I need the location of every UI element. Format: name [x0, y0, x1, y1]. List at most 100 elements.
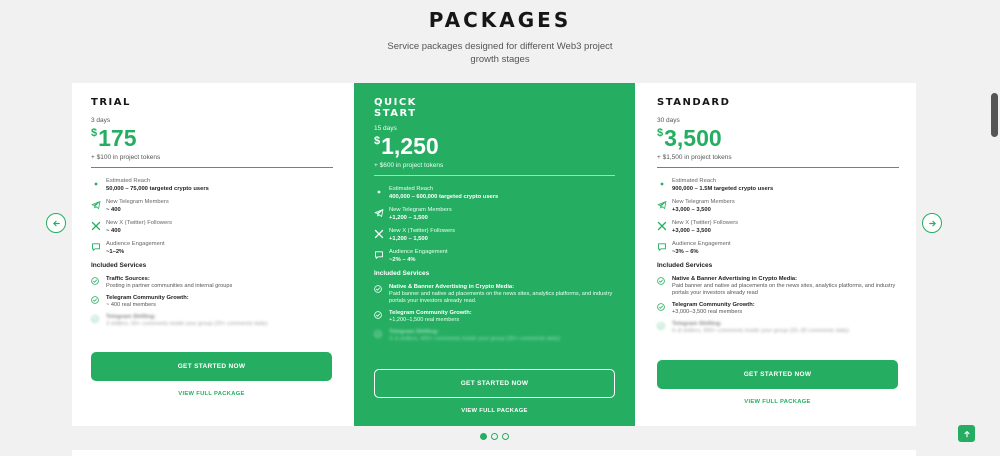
- service-description: 5–8 shillers, 900+ comments inside your …: [672, 328, 850, 334]
- carousel-dot[interactable]: [502, 433, 509, 440]
- metric-label: Audience Engagement: [106, 241, 165, 247]
- carousel-prev-button[interactable]: [46, 213, 66, 233]
- check-circle-icon: [657, 303, 665, 311]
- metric-value: 50,000 – 75,000 targeted crypto users: [106, 186, 209, 192]
- check-circle-icon: [374, 330, 382, 338]
- service-title: Native & Banner Advertising in Crypto Me…: [672, 276, 798, 282]
- service-item: Telegram Shilling: 3 shillers, 60+ commen…: [91, 314, 333, 328]
- scroll-to-top-button[interactable]: [958, 425, 975, 442]
- get-started-button[interactable]: GET STARTED NOW: [374, 369, 615, 398]
- metric-value: ~2% – 4%: [389, 257, 416, 263]
- metric-row: New X (Twitter) Followers ~ 400: [91, 220, 333, 235]
- carousel-next-button[interactable]: [922, 213, 942, 233]
- metric-row: New Telegram Members ~ 400: [91, 199, 333, 214]
- service-description: Posting in partner communities and inter…: [106, 283, 233, 289]
- service-title: Telegram Community Growth:: [672, 302, 755, 308]
- check-circle-icon: [91, 296, 99, 304]
- service-description: ~ 400 real members: [106, 302, 156, 308]
- arrow-up-icon: [963, 430, 970, 437]
- metric-value: +3,000 – 3,500: [672, 207, 711, 213]
- eye-icon: [657, 179, 667, 189]
- metric-value: +3,000 – 3,500: [672, 228, 711, 234]
- service-title: Native & Banner Advertising in Crypto Me…: [389, 284, 515, 290]
- included-services-title: Included Services: [91, 262, 147, 269]
- metric-row: New X (Twitter) Followers +1,200 – 1,500: [374, 228, 615, 243]
- check-circle-icon: [91, 277, 99, 285]
- currency-symbol: $: [657, 127, 664, 139]
- metric-value: ~1–2%: [106, 249, 125, 255]
- service-title: Telegram Community Growth:: [389, 310, 472, 316]
- telegram-icon: [374, 208, 384, 218]
- service-title: Telegram Shilling:: [389, 329, 439, 335]
- metric-label: New X (Twitter) Followers: [389, 228, 456, 234]
- metric-label: New Telegram Members: [672, 199, 735, 205]
- included-services-title: Included Services: [374, 270, 430, 277]
- page-scrollbar[interactable]: [991, 93, 998, 137]
- plan-name: STANDARD: [657, 97, 731, 108]
- check-circle-icon: [91, 315, 99, 323]
- price-value: 3,500: [664, 125, 722, 151]
- chat-icon: [91, 242, 101, 252]
- service-title: Telegram Shilling:: [106, 314, 156, 320]
- page-subtitle: Service packages designed for different …: [387, 41, 613, 65]
- carousel-dot[interactable]: [480, 433, 487, 440]
- services-list: Native & Banner Advertising in Crypto Me…: [657, 276, 899, 335]
- metric-row: New Telegram Members +3,000 – 3,500: [657, 199, 899, 214]
- metric-label: New X (Twitter) Followers: [106, 220, 173, 226]
- metric-row: New Telegram Members +1,200 – 1,500: [374, 207, 615, 222]
- get-started-button[interactable]: GET STARTED NOW: [657, 360, 898, 389]
- service-title: Telegram Community Growth:: [106, 295, 189, 301]
- metric-label: Estimated Reach: [389, 186, 434, 192]
- metric-value: 400,000 – 600,000 targeted crypto users: [389, 194, 499, 200]
- services-list: Traffic Sources: Posting in partner commu…: [91, 276, 333, 328]
- metrics-list: Estimated Reach 50,000 – 75,000 targeted …: [91, 178, 333, 256]
- service-item: Telegram Shilling: 5–8 shillers, 900+ com…: [657, 321, 899, 335]
- metric-label: New Telegram Members: [389, 207, 452, 213]
- eye-icon: [374, 187, 384, 197]
- plan-tokens: + $600 in project tokens: [374, 162, 615, 176]
- arrow-left-icon: [52, 220, 60, 226]
- service-description: Paid banner and native ad placements on …: [389, 291, 613, 304]
- metrics-list: Estimated Reach 400,000 – 600,000 targete…: [374, 186, 615, 264]
- package-card-quick-start: QUICK START 15 days $1,250 + $600 in pro…: [354, 83, 635, 426]
- metric-row: Audience Engagement ~3% – 6%: [657, 241, 899, 256]
- x-twitter-icon: [91, 221, 101, 231]
- metric-label: Audience Engagement: [672, 241, 731, 247]
- eye-icon: [91, 179, 101, 189]
- price-value: 1,250: [381, 133, 439, 159]
- plan-name: TRIAL: [91, 97, 131, 108]
- metric-value: ~ 400: [106, 207, 121, 213]
- check-circle-icon: [374, 311, 382, 319]
- metric-value: +1,200 – 1,500: [389, 215, 428, 221]
- carousel-dot[interactable]: [491, 433, 498, 440]
- telegram-icon: [657, 200, 667, 210]
- x-twitter-icon: [374, 229, 384, 239]
- chat-icon: [374, 250, 384, 260]
- plan-duration: 15 days: [374, 125, 397, 132]
- view-full-package-link[interactable]: VIEW FULL PACKAGE: [91, 391, 332, 397]
- metric-row: Audience Engagement ~2% – 4%: [374, 249, 615, 264]
- next-section-edge: [72, 450, 916, 456]
- x-twitter-icon: [657, 221, 667, 231]
- service-item: Telegram Community Growth: ~ 400 real mem…: [91, 295, 333, 309]
- service-item: Telegram Shilling: 3–5 shillers, 400+ com…: [374, 329, 615, 343]
- metric-value: +1,200 – 1,500: [389, 236, 428, 242]
- service-description: +3,000–3,500 real members: [672, 309, 743, 315]
- currency-symbol: $: [374, 135, 381, 147]
- plan-duration: 3 days: [91, 117, 111, 124]
- metric-value: ~ 400: [106, 228, 121, 234]
- service-description: 3 shillers, 60+ comments inside your gro…: [106, 321, 268, 327]
- price-value: 175: [98, 125, 137, 151]
- metric-row: Estimated Reach 900,000 – 1.5M targeted c…: [657, 178, 899, 193]
- services-list: Native & Banner Advertising in Crypto Me…: [374, 284, 615, 343]
- plan-price: $175: [91, 126, 333, 150]
- service-description: 3–5 shillers, 400+ comments inside your …: [389, 336, 561, 342]
- arrow-right-icon: [928, 220, 936, 226]
- view-full-package-link[interactable]: VIEW FULL PACKAGE: [657, 399, 898, 405]
- plan-price: $3,500: [657, 126, 899, 150]
- get-started-button[interactable]: GET STARTED NOW: [91, 352, 332, 381]
- view-full-package-link[interactable]: VIEW FULL PACKAGE: [374, 408, 615, 414]
- check-circle-icon: [657, 277, 665, 285]
- telegram-icon: [91, 200, 101, 210]
- service-title: Traffic Sources:: [106, 276, 150, 282]
